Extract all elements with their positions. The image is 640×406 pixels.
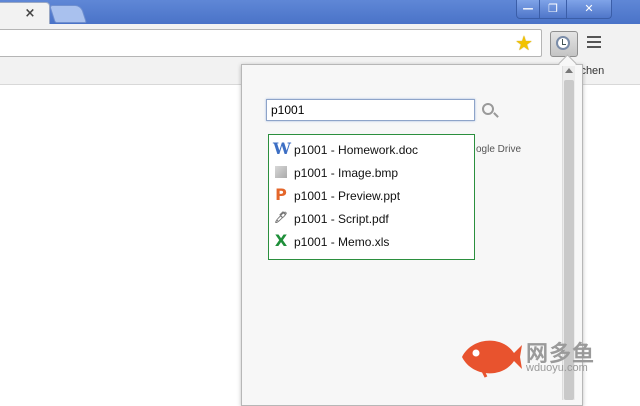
result-label: p1001 - Image.bmp (294, 166, 399, 180)
clock-icon (556, 36, 570, 50)
result-label: p1001 - Memo.xls (294, 235, 390, 249)
result-label: p1001 - Homework.doc (294, 143, 419, 157)
maximize-button[interactable]: ❐ (539, 0, 567, 19)
search-input[interactable] (266, 99, 475, 121)
result-item[interactable]: W p1001 - Homework.doc (273, 140, 471, 160)
search-icon[interactable] (482, 103, 494, 115)
browser-toolbar (0, 24, 640, 63)
result-label: p1001 - Script.pdf (294, 212, 389, 226)
close-window-button[interactable]: ✕ (566, 0, 612, 19)
powerpoint-icon: P (275, 185, 287, 204)
result-item[interactable]: P p1001 - Preview.ppt (273, 186, 471, 206)
minimize-button[interactable]: — (516, 0, 540, 19)
result-label: p1001 - Preview.ppt (294, 189, 401, 203)
excel-icon: X (274, 231, 288, 250)
search-results-dropdown: W p1001 - Homework.doc p1001 - Image.bmp… (268, 134, 475, 260)
result-item[interactable]: X p1001 - Memo.xls (273, 232, 471, 252)
result-item[interactable]: p1001 - Image.bmp (273, 163, 471, 183)
tab-close-icon[interactable]: × (23, 7, 37, 21)
browser-tab[interactable]: × (0, 2, 50, 25)
word-doc-icon: W (273, 139, 291, 158)
watermark-url: wduoyu.com (526, 362, 588, 374)
bmp-image-icon (275, 166, 287, 178)
google-drive-label: ogle Drive (476, 144, 522, 155)
bookmark-star-icon[interactable]: ★ (515, 33, 535, 53)
pdf-script-icon: 🖊 (274, 211, 288, 224)
result-item[interactable]: 🖊 p1001 - Script.pdf (273, 209, 471, 229)
fish-logo-icon (462, 340, 522, 378)
extension-button[interactable] (550, 31, 578, 57)
hamburger-menu-icon[interactable] (587, 36, 601, 50)
new-tab-button[interactable] (49, 5, 87, 23)
address-bar[interactable] (0, 29, 542, 57)
scroll-up-icon[interactable] (565, 68, 573, 73)
